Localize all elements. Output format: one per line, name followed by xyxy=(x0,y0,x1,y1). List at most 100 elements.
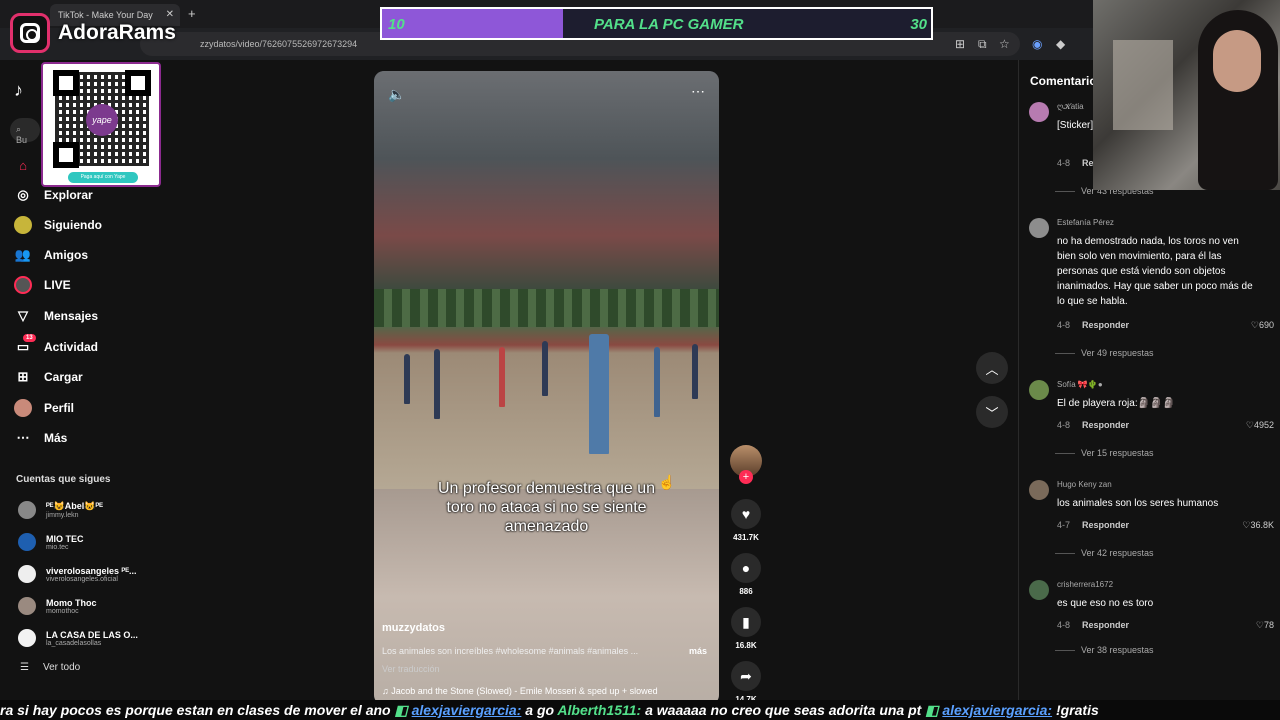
video-trees xyxy=(374,289,719,327)
sidebar-item-more[interactable]: ⋯ Más xyxy=(14,427,68,449)
view-replies-link[interactable]: Ver 42 respuestas xyxy=(1081,548,1154,558)
streamer-brand: AdoraRams xyxy=(10,12,200,54)
chat-message: ra si hay pocos es porque estan en clase… xyxy=(0,702,391,718)
comment-meta: 4-8 Responder xyxy=(1057,320,1129,330)
sidebar-item-profile[interactable]: Perfil xyxy=(14,397,74,419)
account-name: LA CASA DE LAS O... xyxy=(46,629,138,640)
chat-username: Alberth1511: xyxy=(557,702,642,718)
comment-count: 886 xyxy=(739,587,753,596)
chat-emote-icon: ◧ xyxy=(394,702,412,718)
description-more-link[interactable]: más xyxy=(689,646,707,656)
sidebar-item-label: Perfil xyxy=(44,401,75,415)
comment-like[interactable]: ♡4952 xyxy=(1246,420,1274,431)
following-account[interactable]: MIO TEC mio.tec xyxy=(18,528,84,556)
sidebar-item-friends[interactable]: 👥 Amigos xyxy=(14,244,88,266)
notification-badge: 13 xyxy=(23,334,36,342)
reply-button[interactable]: Responder xyxy=(1082,520,1129,530)
search-input[interactable]: ⌕ Bu xyxy=(10,118,40,145)
creator-avatar-button[interactable]: + xyxy=(728,445,764,484)
see-all-link[interactable]: ☰ Ver todo xyxy=(20,662,80,673)
save-button[interactable]: ▮ 16.8K xyxy=(728,607,764,650)
comment-user[interactable]: Sofía 🎀🌵● xyxy=(1057,380,1103,389)
comment-like[interactable]: ♡36.8K xyxy=(1242,520,1274,531)
upload-icon: ⊞ xyxy=(17,369,29,384)
mouse-cursor-icon: ☝ xyxy=(658,474,676,490)
share-page-icon[interactable]: ⧉ xyxy=(978,37,987,52)
view-replies-link[interactable]: Ver 49 respuestas xyxy=(1081,348,1154,358)
reply-button[interactable]: Responder xyxy=(1082,620,1129,630)
friends-icon: 👥 xyxy=(14,247,32,262)
heart-outline-icon: ♡ xyxy=(1245,420,1254,430)
reply-button[interactable]: Responder xyxy=(1082,320,1129,330)
comment-user[interactable]: ღ𝓚atia xyxy=(1057,102,1084,112)
translate-icon[interactable]: ⊞ xyxy=(955,37,965,51)
following-icon xyxy=(14,216,32,234)
sidebar-item-explore[interactable]: ◎ Explorar xyxy=(14,184,92,206)
following-account[interactable]: Momo Thoc momothoc xyxy=(18,592,97,620)
reply-button[interactable]: Responder xyxy=(1082,420,1129,430)
comment-user[interactable]: Estefanía Pérez xyxy=(1057,218,1114,227)
save-count: 16.8K xyxy=(735,641,757,650)
comment-user[interactable]: crisherrera1672 xyxy=(1057,580,1113,589)
bookmark-icon: ▮ xyxy=(731,607,761,637)
view-replies-link[interactable]: Ver 15 respuestas xyxy=(1081,448,1154,458)
sidebar-item-upload[interactable]: ⊞ Cargar xyxy=(14,366,83,388)
view-replies-link[interactable]: Ver 38 respuestas xyxy=(1081,645,1154,655)
tiktok-logo-icon[interactable]: ♪ xyxy=(14,80,23,101)
comment-date: 4-8 xyxy=(1057,620,1071,630)
share-icon: ➦ xyxy=(731,661,761,691)
comment-button[interactable]: ● 886 xyxy=(728,553,764,596)
comment-like[interactable]: ♡78 xyxy=(1256,620,1274,631)
share-button[interactable]: ➦ 14.7K xyxy=(728,661,764,704)
video-menu-icon[interactable]: ⋯ xyxy=(691,83,705,100)
goal-end-value: 30 xyxy=(910,16,927,33)
extension-icon[interactable]: ◆ xyxy=(1056,37,1065,51)
sidebar-item-home[interactable]: ⌂ xyxy=(14,154,32,176)
video-person xyxy=(404,354,410,404)
avatar[interactable] xyxy=(1029,480,1049,500)
video-author[interactable]: muzzydatos xyxy=(382,622,445,634)
like-button[interactable]: ♥ 431.7K xyxy=(728,499,764,542)
sidebar-item-label: Amigos xyxy=(44,248,89,262)
avatar xyxy=(18,597,36,615)
following-section-title: Cuentas que sigues xyxy=(16,474,111,485)
account-name: ᴾᴱ😺Abel😺ᴾᴱ xyxy=(46,501,103,511)
video-player[interactable]: Un profesor demuestra que un toro no ata… xyxy=(374,71,719,705)
heart-icon: ♥ xyxy=(731,499,761,529)
goal-progress-fill xyxy=(382,9,564,38)
avatar[interactable] xyxy=(1029,380,1049,400)
account-name: viverolosangeles ᴾᴱ... xyxy=(46,565,137,576)
sidebar-item-following[interactable]: Siguiendo xyxy=(14,214,102,236)
list-icon: ☰ xyxy=(20,662,29,673)
avatar[interactable] xyxy=(1029,102,1049,122)
previous-video-button[interactable]: ︿ xyxy=(976,352,1008,384)
bookmark-star-icon[interactable]: ☆ xyxy=(999,37,1010,51)
video-scene xyxy=(374,289,719,489)
sidebar-item-activity[interactable]: ▭ 13 Actividad xyxy=(14,334,98,358)
avatar xyxy=(18,565,36,583)
yape-logo: yape xyxy=(86,104,118,136)
video-music[interactable]: ♫ Jacob and the Stone (Slowed) - Emile M… xyxy=(382,686,658,696)
comment-user[interactable]: Hugo Keny zan xyxy=(1057,480,1112,489)
following-account[interactable]: LA CASA DE LAS O... la_casadelasollas xyxy=(18,624,138,652)
next-video-button[interactable]: ﹀ xyxy=(976,396,1008,428)
sidebar-item-live[interactable]: LIVE xyxy=(14,274,71,296)
avatar[interactable] xyxy=(1029,218,1049,238)
see-all-label: Ver todo xyxy=(42,662,81,673)
comment-like[interactable]: ♡690 xyxy=(1251,320,1274,331)
qr-caption: Paga aquí con Yape xyxy=(68,172,138,183)
extension-icon[interactable]: ◉ xyxy=(1032,37,1042,51)
video-person xyxy=(589,334,609,454)
sidebar-item-label: Siguiendo xyxy=(44,218,102,232)
activity-icon: ▭ 13 xyxy=(14,334,36,356)
following-account[interactable]: viverolosangeles ᴾᴱ... viverolosangeles.o… xyxy=(18,560,137,588)
comment-text: los animales son los seres humanos xyxy=(1057,498,1219,509)
translate-link[interactable]: Ver traducción xyxy=(382,664,440,674)
volume-icon[interactable]: 🔈 xyxy=(388,86,405,103)
compass-icon: ◎ xyxy=(17,187,29,202)
sidebar-item-messages[interactable]: ▽ Mensajes xyxy=(14,305,98,327)
follow-plus-icon[interactable]: + xyxy=(739,470,753,484)
following-account[interactable]: ᴾᴱ😺Abel😺ᴾᴱ jimmy.lekn xyxy=(18,496,103,524)
qr-corner xyxy=(53,142,79,168)
avatar[interactable] xyxy=(1029,580,1049,600)
